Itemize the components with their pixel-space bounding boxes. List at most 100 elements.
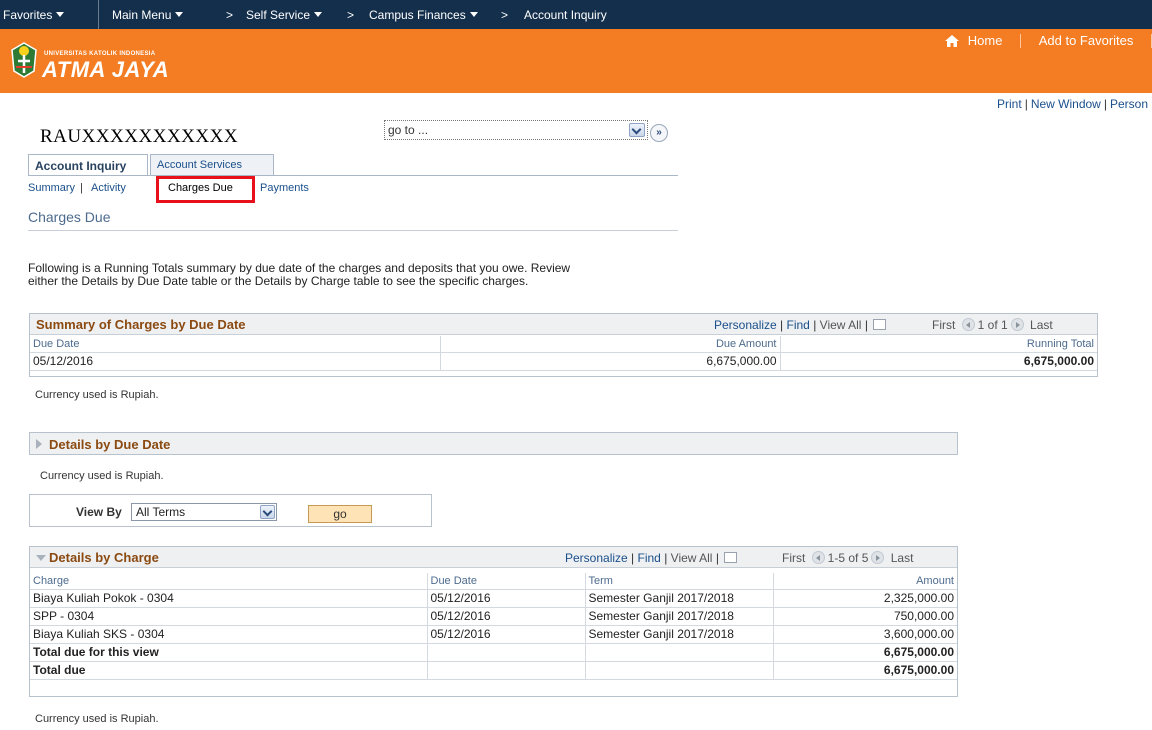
details-by-charge-grid: Details by Charge Personalize | Find | V…	[29, 546, 958, 697]
personalize-page-link[interactable]: Person	[1110, 97, 1148, 111]
activity-link[interactable]: Activity	[91, 182, 126, 194]
due-date-cell: 05/12/2016	[427, 589, 586, 608]
last-link[interactable]: Last	[1030, 318, 1053, 332]
grid-toolbar: Personalize | Find | View All |	[565, 551, 738, 565]
details-by-due-date-section[interactable]: Details by Due Date	[29, 432, 958, 455]
dropdown-arrow-icon	[56, 12, 65, 17]
first-link[interactable]: First	[932, 318, 955, 332]
intro-text: Following is a Running Totals summary by…	[28, 261, 571, 288]
column-header: Charge	[30, 573, 428, 590]
table-row: SPP - 0304 05/12/2016 Semester Ganjil 20…	[30, 607, 957, 626]
amount-cell: 2,325,000.00	[773, 589, 957, 608]
grid-header: Summary of Charges by Due Date Personali…	[30, 314, 1097, 335]
column-header: Term	[585, 573, 774, 590]
print-link[interactable]: Print	[997, 97, 1022, 111]
main-menu[interactable]: Main Menu	[112, 8, 184, 22]
campus-finances-menu[interactable]: Campus Finances	[369, 8, 478, 22]
grid-pagination: First 1 of 1 Last	[932, 318, 1053, 332]
table-row: Biaya Kuliah Pokok - 0304 05/12/2016 Sem…	[30, 589, 957, 608]
next-icon[interactable]	[871, 551, 885, 564]
add-to-favorites-link[interactable]: Add to Favorites	[1039, 33, 1134, 48]
tab-account-services[interactable]: Account Services	[150, 154, 274, 176]
summary-link[interactable]: Summary	[28, 182, 75, 194]
self-service-menu[interactable]: Self Service	[246, 8, 323, 22]
atma-jaya-logo[interactable]: UNIVERSITAS KATOLIK INDONESIA ATMA JAYA	[8, 37, 178, 85]
due-date-cell: 05/12/2016	[427, 607, 586, 626]
charges-due-link[interactable]: Charges Due	[168, 182, 233, 194]
goto-select[interactable]: go to ...	[384, 120, 648, 140]
amount-cell: 750,000.00	[773, 607, 957, 626]
due-date-cell: 05/12/2016	[30, 352, 441, 371]
nav-divider	[98, 0, 99, 29]
amount-cell: 3,600,000.00	[773, 625, 957, 644]
find-link[interactable]: Find	[638, 551, 661, 565]
view-by-label: View By	[76, 505, 122, 519]
table-row: 05/12/2016 6,675,000.00 6,675,000.00	[30, 352, 1097, 371]
expand-icon[interactable]	[36, 439, 42, 449]
next-icon[interactable]	[1010, 318, 1024, 331]
grid-title: Summary of Charges by Due Date	[36, 317, 246, 332]
table-row: Biaya Kuliah SKS - 0304 05/12/2016 Semes…	[30, 625, 957, 644]
term-cell: Semester Ganjil 2017/2018	[585, 607, 774, 626]
term-cell: Semester Ganjil 2017/2018	[585, 625, 774, 644]
previous-icon[interactable]	[811, 551, 825, 564]
personalize-link[interactable]: Personalize	[565, 551, 628, 565]
dropdown-arrow-icon	[314, 12, 323, 17]
home-link[interactable]: Home	[968, 33, 1003, 48]
view-by-select[interactable]: All Terms	[131, 503, 277, 521]
page-info: 1 of 1	[977, 318, 1008, 332]
download-icon[interactable]	[724, 552, 738, 563]
top-navigation-bar: Favorites Main Menu > Self Service > Cam…	[0, 0, 1152, 29]
find-link[interactable]: Find	[787, 318, 810, 332]
download-icon[interactable]	[873, 319, 887, 330]
last-link[interactable]: Last	[891, 551, 914, 565]
tab-account-inquiry[interactable]: Account Inquiry	[28, 154, 148, 176]
grid-header: Details by Charge Personalize | Find | V…	[30, 547, 957, 568]
breadcrumb-account-inquiry[interactable]: Account Inquiry	[524, 8, 607, 22]
dropdown-button[interactable]	[260, 505, 275, 519]
section-title: Details by Due Date	[49, 437, 171, 452]
grid-pagination: First 1-5 of 5 Last	[782, 551, 913, 565]
total-row: Total due 6,675,000.00	[30, 661, 957, 680]
favorites-menu[interactable]: Favorites	[3, 8, 65, 22]
term-cell: Semester Ganjil 2017/2018	[585, 589, 774, 608]
column-header: Due Date	[30, 336, 441, 353]
grid-title: Details by Charge	[49, 550, 159, 565]
total-label: Total due	[30, 661, 428, 680]
collapse-icon[interactable]	[36, 555, 46, 561]
personalize-link[interactable]: Personalize	[714, 318, 777, 332]
charge-cell: Biaya Kuliah Pokok - 0304	[30, 589, 428, 608]
view-by-go-button[interactable]: go	[308, 505, 372, 523]
total-view-amount: 6,675,000.00	[773, 643, 957, 662]
running-total-cell: 6,675,000.00	[780, 352, 1097, 371]
chevron-down-icon	[262, 506, 273, 517]
summary-grid: Summary of Charges by Due Date Personali…	[29, 313, 1098, 377]
total-view-row: Total due for this view 6,675,000.00	[30, 643, 957, 662]
breadcrumb-separator-icon: >	[226, 8, 234, 22]
title-divider	[28, 230, 678, 231]
dropdown-button[interactable]	[629, 123, 645, 137]
first-link[interactable]: First	[782, 551, 805, 565]
header-divider	[1020, 33, 1022, 48]
tab-underline	[28, 175, 678, 176]
previous-icon[interactable]	[961, 318, 975, 331]
new-window-link[interactable]: New Window	[1031, 97, 1101, 111]
page-info: 1-5 of 5	[827, 551, 869, 565]
column-header: Amount	[773, 573, 957, 590]
goto-go-button[interactable]: »	[650, 124, 668, 142]
column-header: Running Total	[780, 336, 1097, 353]
details-by-charge-table: Charge Due Date Term Amount Biaya Kuliah…	[30, 573, 957, 680]
view-all-link[interactable]: View All	[671, 551, 713, 565]
student-id: RAUXXXXXXXXXXX	[40, 126, 239, 147]
due-date-cell: 05/12/2016	[427, 625, 586, 644]
column-header: Due Amount	[440, 336, 781, 353]
summary-table: Due Date Due Amount Running Total 05/12/…	[30, 336, 1097, 371]
breadcrumb-separator-icon: >	[501, 8, 509, 22]
grid-toolbar: Personalize | Find | View All |	[714, 318, 887, 332]
logo-title: ATMA JAYA	[42, 57, 170, 82]
university-crest-icon	[11, 42, 37, 78]
view-all-link[interactable]: View All	[820, 318, 862, 332]
payments-link[interactable]: Payments	[260, 182, 309, 194]
page-title: Charges Due	[28, 209, 111, 225]
dropdown-arrow-icon	[469, 12, 478, 17]
